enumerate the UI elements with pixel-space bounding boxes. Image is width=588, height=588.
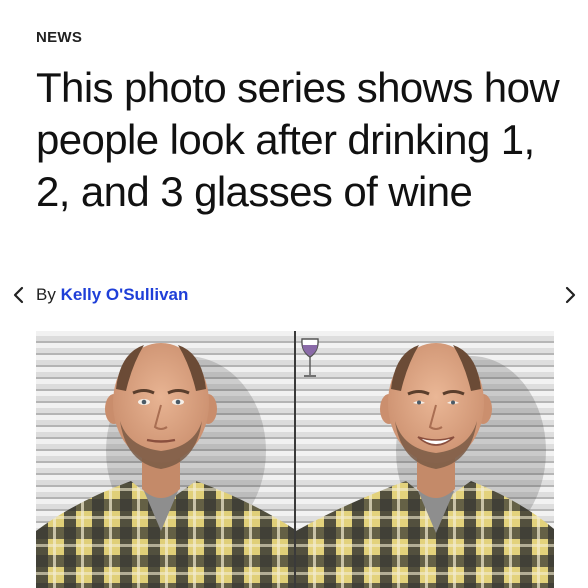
byline: By Kelly O'Sullivan <box>36 285 188 305</box>
portrait-panel-one-glass <box>296 331 554 588</box>
byline-row: By Kelly O'Sullivan <box>0 282 588 308</box>
chevron-left-icon[interactable] <box>9 284 29 306</box>
section-label[interactable]: NEWS <box>36 29 82 46</box>
chevron-right-icon[interactable] <box>560 284 580 306</box>
article-photo[interactable] <box>36 331 554 588</box>
wine-glass-icon <box>299 337 321 381</box>
article-headline: This photo series shows how people look … <box>36 64 560 215</box>
author-link[interactable]: Kelly O'Sullivan <box>61 285 189 304</box>
portrait-panel-sober <box>36 331 294 588</box>
byline-prefix: By <box>36 285 56 304</box>
article-page: NEWS This photo series shows how people … <box>0 0 588 588</box>
